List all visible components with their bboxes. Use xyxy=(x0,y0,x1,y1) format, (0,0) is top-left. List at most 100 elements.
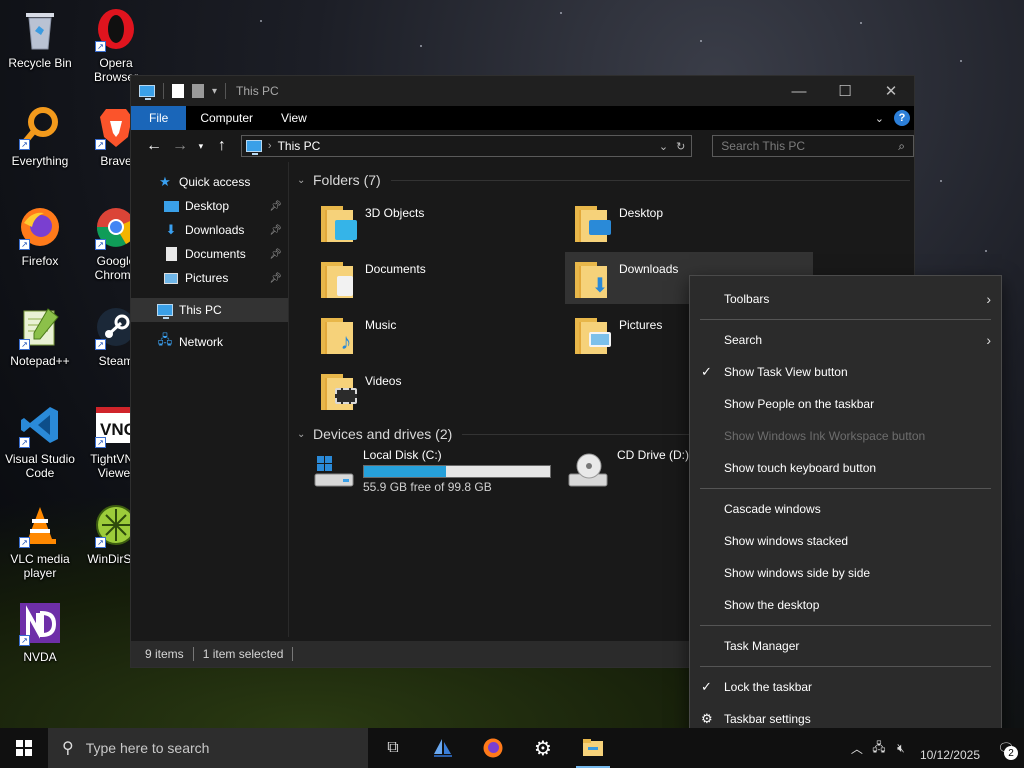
taskbar-app-firefox[interactable] xyxy=(468,728,518,768)
help-icon[interactable]: ? xyxy=(894,110,910,126)
desktop-icon-vscode[interactable]: ↗ Visual Studio Code xyxy=(2,402,78,480)
nvda-icon: ↗ xyxy=(17,600,63,646)
customize-toolbar-icon[interactable]: ▾ xyxy=(212,86,217,97)
desktop-icon-vlc[interactable]: ↗ VLC media player xyxy=(2,502,78,580)
taskbar-app-file-explorer[interactable] xyxy=(568,728,618,768)
search-icon: ⌕ xyxy=(898,138,906,153)
minimize-button[interactable]: — xyxy=(776,76,822,106)
firefox-icon: ↗ xyxy=(17,204,63,250)
menu-item-lock-taskbar[interactable]: ✓ Lock the taskbar xyxy=(690,671,1001,703)
clock[interactable]: 10/12/2025 xyxy=(912,734,988,763)
notepadpp-icon: ↗ xyxy=(17,304,63,350)
checkmark-icon: ✓ xyxy=(701,364,712,379)
navigation-pane: ★ Quick access Desktop 📌︎ ⬇ Downloads 📌︎… xyxy=(131,162,289,637)
desktop-icon-nvda[interactable]: ↗ NVDA xyxy=(2,600,78,664)
task-view-button[interactable]: ⧉ xyxy=(368,728,418,768)
menu-item-search[interactable]: Search › xyxy=(690,324,1001,356)
address-dropdown-icon[interactable]: ⌄ xyxy=(659,140,668,153)
maximize-button[interactable]: ☐ xyxy=(822,76,868,106)
network-icon[interactable]: 🖧︎ xyxy=(868,738,890,759)
menu-item-side-by-side[interactable]: Show windows side by side xyxy=(690,557,1001,589)
collapse-chevron-icon[interactable]: ⌄ xyxy=(297,175,313,186)
pin-icon: 📌︎ xyxy=(269,224,282,236)
drive-local-disk-c[interactable]: Local Disk (C:) 55.9 GB free of 99.8 GB xyxy=(311,448,551,494)
show-hidden-icons-chevron-icon[interactable]: ︿ xyxy=(846,740,868,757)
nav-item-documents[interactable]: Documents 📌︎ xyxy=(131,242,288,266)
taskbar-app-settings[interactable]: ⚙ xyxy=(518,728,568,768)
menu-item-show-touch-keyboard[interactable]: Show touch keyboard button xyxy=(690,452,1001,484)
search-box[interactable]: ⌕ xyxy=(712,135,915,157)
vlc-icon: ↗ xyxy=(17,502,63,548)
action-center-button[interactable]: 🗨︎ 2 xyxy=(988,728,1024,768)
up-button[interactable]: ↑ xyxy=(209,137,235,155)
taskbar[interactable]: ⚲ ⧉ ⚙ ︿ 🖧︎ 🔇︎ 10/12/2025 🗨︎ 2 xyxy=(0,728,1024,768)
notification-count-badge: 2 xyxy=(1004,746,1018,760)
address-bar[interactable]: › This PC ⌄ ↻ xyxy=(240,135,693,157)
title-bar[interactable]: ▾ This PC — ☐ ✕ xyxy=(131,76,914,106)
everything-icon: ↗ xyxy=(17,104,63,150)
recent-locations-button[interactable]: ▾ xyxy=(193,141,209,152)
pin-icon: 📌︎ xyxy=(269,200,282,212)
nav-item-quick-access[interactable]: ★ Quick access xyxy=(131,170,288,194)
search-input[interactable] xyxy=(721,139,882,153)
task-view-icon: ⧉ xyxy=(387,739,399,756)
desktop-icon-recycle-bin[interactable]: Recycle Bin xyxy=(2,6,78,70)
folder-icon xyxy=(583,739,603,756)
tab-file[interactable]: File xyxy=(131,106,187,130)
pin-icon: 📌︎ xyxy=(269,272,282,284)
folder-desktop[interactable]: Desktop xyxy=(565,196,813,248)
new-folder-icon[interactable] xyxy=(192,84,204,98)
taskbar-app-nvda-remote[interactable] xyxy=(418,728,468,768)
tab-view[interactable]: View xyxy=(267,106,321,130)
menu-item-toolbars[interactable]: Toolbars › xyxy=(690,283,1001,315)
properties-icon[interactable] xyxy=(172,84,184,98)
nav-item-network[interactable]: 🖧︎ Network xyxy=(131,330,288,354)
desktop-icon-opera[interactable]: ↗ Opera Browser xyxy=(78,6,154,84)
disk-usage-bar xyxy=(363,465,551,478)
desktop-icon-firefox[interactable]: ↗ Firefox xyxy=(2,204,78,268)
this-pc-icon xyxy=(245,140,262,155)
start-button[interactable] xyxy=(0,728,48,768)
separator xyxy=(225,83,227,99)
window-title: This PC xyxy=(236,84,279,98)
download-arrow-icon: ⬇ xyxy=(165,222,177,237)
back-button[interactable]: ← xyxy=(141,137,167,155)
taskbar-search-input[interactable] xyxy=(85,740,326,756)
drive-cd-d[interactable]: CD Drive (D:) xyxy=(565,448,689,492)
ribbon: File Computer View ⌄ ? xyxy=(131,106,914,130)
group-header-folders[interactable]: ⌄ Folders (7) xyxy=(297,168,914,192)
taskbar-search-box[interactable]: ⚲ xyxy=(48,728,368,768)
tab-computer[interactable]: Computer xyxy=(186,106,267,130)
menu-item-cascade[interactable]: Cascade windows xyxy=(690,493,1001,525)
pictures-icon xyxy=(163,271,179,285)
desktop-folder-icon xyxy=(575,206,611,242)
folder-3d-objects[interactable]: 3D Objects xyxy=(311,196,559,248)
menu-item-show-task-view[interactable]: ✓ Show Task View button xyxy=(690,356,1001,388)
nav-item-downloads[interactable]: ⬇ Downloads 📌︎ xyxy=(131,218,288,242)
volume-muted-icon[interactable]: 🔇︎ xyxy=(890,741,912,756)
this-pc-icon xyxy=(139,85,155,100)
nav-item-this-pc[interactable]: This PC xyxy=(131,298,288,322)
downloads-folder-icon: ⬇ xyxy=(575,262,609,298)
refresh-icon[interactable]: ↻ xyxy=(676,140,685,153)
documents-folder-icon xyxy=(321,262,355,298)
folder-videos[interactable]: Videos xyxy=(311,364,559,416)
folder-documents[interactable]: Documents xyxy=(311,252,559,304)
breadcrumb-this-pc[interactable]: This PC xyxy=(278,139,321,153)
desktop-icon-everything[interactable]: ↗ Everything xyxy=(2,104,78,168)
nav-item-desktop[interactable]: Desktop 📌︎ xyxy=(131,194,288,218)
breadcrumb-separator-icon: › xyxy=(267,140,272,152)
menu-item-show-people[interactable]: Show People on the taskbar xyxy=(690,388,1001,420)
menu-item-task-manager[interactable]: Task Manager xyxy=(690,630,1001,662)
gear-icon: ⚙ xyxy=(701,711,713,726)
desktop-icon-notepadpp[interactable]: ↗ Notepad++ xyxy=(2,304,78,368)
close-button[interactable]: ✕ xyxy=(868,76,914,106)
status-item-count: 9 items xyxy=(145,647,184,661)
expand-ribbon-icon[interactable]: ⌄ xyxy=(875,112,884,125)
forward-button[interactable]: → xyxy=(167,137,193,155)
menu-item-show-desktop[interactable]: Show the desktop xyxy=(690,589,1001,621)
collapse-chevron-icon[interactable]: ⌄ xyxy=(297,429,313,440)
menu-item-stacked[interactable]: Show windows stacked xyxy=(690,525,1001,557)
folder-music[interactable]: ♪ Music xyxy=(311,308,559,360)
nav-item-pictures[interactable]: Pictures 📌︎ xyxy=(131,266,288,290)
